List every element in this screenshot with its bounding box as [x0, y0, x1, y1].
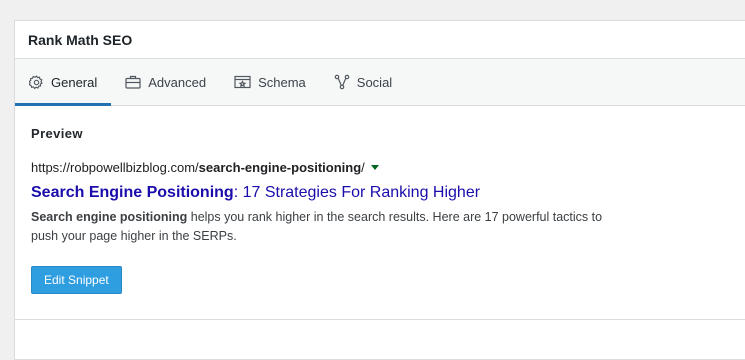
- general-tab-content: Preview https://robpowellbizblog.com/sea…: [15, 126, 745, 294]
- snippet-title[interactable]: Search Engine Positioning: 17 Strategies…: [31, 184, 742, 202]
- tab-advanced[interactable]: Advanced: [111, 59, 220, 105]
- section-divider: [15, 319, 745, 320]
- gear-icon: [29, 74, 44, 90]
- rank-math-panel: Rank Math SEO General Advanced Schema So…: [14, 20, 745, 360]
- tab-schema[interactable]: Schema: [220, 59, 320, 105]
- snippet-url-base: https://robpowellbizblog.com/: [31, 160, 199, 175]
- schema-icon: [234, 75, 251, 89]
- caret-down-icon: [370, 165, 379, 170]
- tab-bar: General Advanced Schema Social: [15, 59, 745, 106]
- snippet-url: https://robpowellbizblog.com/search-engi…: [31, 160, 742, 175]
- snippet-desc-keyword: Search engine positioning: [31, 210, 188, 224]
- snippet-description: Search engine positioning helps you rank…: [31, 208, 631, 246]
- snippet-url-slug: search-engine-positioning: [198, 160, 362, 175]
- social-share-icon: [334, 74, 350, 90]
- snippet-title-keyword: Search Engine Positioning: [31, 184, 234, 201]
- tab-schema-label: Schema: [258, 74, 306, 90]
- snippet-title-rest: : 17 Strategies For Ranking Higher: [233, 184, 481, 201]
- snippet-url-end: /: [361, 160, 365, 175]
- preview-heading: Preview: [31, 126, 83, 141]
- edit-snippet-button[interactable]: Edit Snippet: [31, 266, 122, 294]
- tab-social[interactable]: Social: [320, 59, 406, 105]
- tab-general-label: General: [51, 74, 98, 90]
- panel-header: Rank Math SEO: [15, 21, 745, 59]
- briefcase-icon: [125, 75, 141, 89]
- panel-title: Rank Math SEO: [28, 31, 133, 48]
- tab-advanced-label: Advanced: [148, 74, 207, 90]
- tab-general[interactable]: General: [15, 59, 112, 106]
- tab-social-label: Social: [356, 74, 393, 90]
